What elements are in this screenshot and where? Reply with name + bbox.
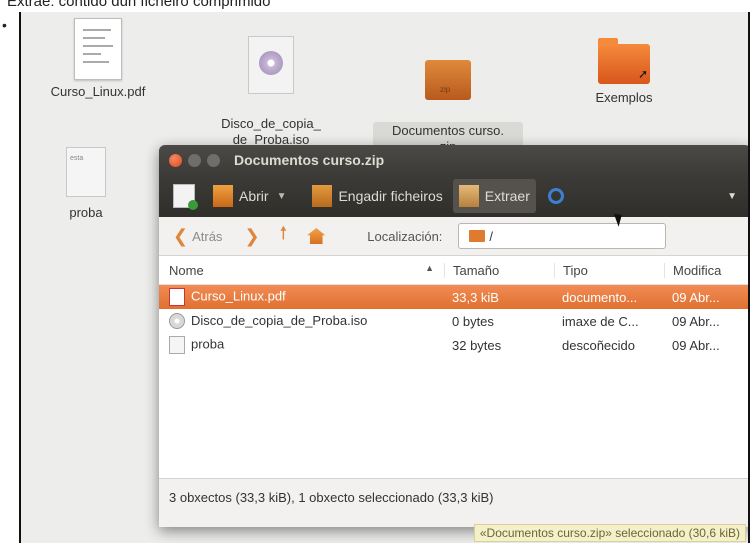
pdf-document-icon <box>74 18 122 80</box>
add-files-icon <box>312 185 333 207</box>
extract-button-label: Extraer <box>484 188 530 204</box>
close-window-button[interactable] <box>169 153 182 167</box>
column-header-type[interactable]: Tipo <box>554 262 664 278</box>
file-list: Nome ▲ Tamaño Tipo Modifica Curso_Linux.p… <box>159 256 748 478</box>
desktop-icon-disco-iso[interactable]: Disco_de_copia_ de_Proba.iso <box>206 20 336 164</box>
desktop-icon-exemplos[interactable]: ➚ Exemplos <box>559 34 689 106</box>
up-arrow-icon[interactable]: 🠕 <box>280 221 288 251</box>
column-header-name[interactable]: Nome ▲ <box>159 263 444 278</box>
window-status-bar: 3 obxectos (33,3 kiB), 1 obxecto selecci… <box>159 478 748 515</box>
add-files-label: Engadir ficheiros <box>338 188 443 204</box>
column-header-size[interactable]: Tamaño <box>444 262 554 278</box>
location-field[interactable]: / <box>458 223 667 249</box>
desktop-icon-label: Curso_Linux.pdf <box>50 84 146 99</box>
forward-arrow-icon[interactable]: ❯ <box>244 226 259 247</box>
file-list-header: Nome ▲ Tamaño Tipo Modifica <box>159 256 748 285</box>
chevron-down-icon[interactable]: ▼ <box>277 191 287 202</box>
back-arrow-icon[interactable]: ❮ <box>173 226 188 247</box>
new-archive-button[interactable] <box>167 179 207 213</box>
desktop-icon-proba[interactable]: esta proba <box>61 147 111 221</box>
window-title: Documentos curso.zip <box>234 152 385 168</box>
extract-button[interactable]: Extraer <box>452 179 536 213</box>
add-files-button[interactable]: Engadir ficheiros <box>306 179 448 213</box>
search-icon[interactable] <box>547 188 564 204</box>
sort-ascending-icon: ▲ <box>425 262 434 273</box>
desktop-icon-curso-linux-pdf[interactable]: Curso_Linux.pdf <box>33 18 163 100</box>
new-archive-icon <box>173 184 198 210</box>
open-archive-icon <box>213 185 233 207</box>
desktop: Curso_Linux.pdf Disco_de_copia_ de_Proba… <box>19 12 750 543</box>
extract-icon <box>458 185 479 207</box>
desktop-selection-status: «Documentos curso.zip» seleccionado (30,… <box>473 524 746 542</box>
home-icon[interactable] <box>307 228 326 244</box>
location-label: Localización: <box>367 228 443 244</box>
table-row[interactable]: Disco_de_copia_de_Proba.iso 0 bytes imax… <box>159 309 748 333</box>
folder-icon <box>469 230 486 242</box>
open-button-label: Abrir <box>239 188 269 204</box>
text-file-icon: esta <box>66 147 106 197</box>
desktop-icon-label: Disco_de_copia_ de_Proba.iso <box>221 116 321 147</box>
maximize-window-button[interactable] <box>207 153 220 167</box>
page-caption: Extrae: contido dun ficheiro comprimido <box>7 0 271 10</box>
toolbar: Abrir ▼ Engadir ficheiros Extraer ▼ <box>159 175 748 217</box>
location-path: / <box>489 228 494 244</box>
archive-manager-window: Documentos curso.zip Abrir ▼ Engadir fic… <box>159 145 748 527</box>
open-button[interactable]: Abrir ▼ <box>207 179 292 213</box>
text-file-icon <box>169 336 185 354</box>
column-header-modified[interactable]: Modifica <box>664 262 748 278</box>
table-row[interactable]: proba 32 bytes descoñecido 09 Abr... <box>159 333 748 357</box>
folder-icon: ➚ <box>598 38 650 84</box>
back-button-label[interactable]: Atrás <box>192 229 222 244</box>
desktop-icon-label: Exemplos <box>595 90 653 105</box>
disc-image-icon <box>248 36 294 94</box>
minimize-window-button[interactable] <box>188 153 201 167</box>
list-bullet: • <box>2 17 7 33</box>
desktop-icon-label: proba <box>69 205 103 220</box>
disc-image-icon <box>169 313 185 330</box>
menu-chevron-icon[interactable]: ▼ <box>727 191 737 202</box>
zip-archive-icon: zip <box>425 60 471 100</box>
table-row[interactable]: Curso_Linux.pdf 33,3 kiB documento... 09… <box>159 285 748 309</box>
title-bar: Documentos curso.zip <box>159 145 748 175</box>
location-bar: ❮ Atrás ❯ 🠕 Localización: / <box>159 217 748 256</box>
pdf-file-icon <box>169 288 185 306</box>
